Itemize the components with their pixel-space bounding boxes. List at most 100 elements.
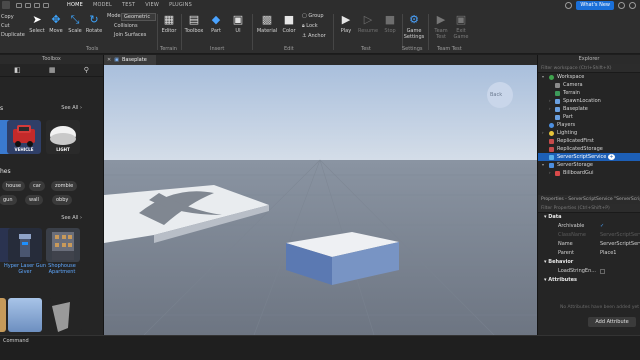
tree-item-replicatedfirst[interactable]: ReplicatedFirst bbox=[538, 137, 640, 145]
undo-icon[interactable] bbox=[34, 2, 40, 8]
property-loadstringenabled[interactable]: LoadStringEn... bbox=[538, 267, 640, 276]
redo-icon[interactable] bbox=[43, 2, 49, 8]
tree-item-baseplate[interactable]: › Baseplate bbox=[538, 105, 640, 113]
user-icon[interactable] bbox=[618, 2, 625, 9]
light-card[interactable]: LIGHT bbox=[46, 120, 80, 154]
tree-item-workspace[interactable]: ▾ Workspace bbox=[538, 73, 640, 81]
tree-item-replicatedstorage[interactable]: ReplicatedStorage bbox=[538, 145, 640, 153]
add-attribute-button[interactable]: Add Attribute bbox=[588, 317, 636, 327]
select-tool[interactable]: ➤ Select bbox=[28, 13, 46, 34]
team-test-button[interactable]: ▶ Team Test bbox=[432, 13, 450, 40]
properties-filter-input[interactable]: Filter Properties (Ctrl+Shift+P) bbox=[538, 204, 640, 213]
tree-item-serverscriptservice[interactable]: ServerScriptService + bbox=[538, 153, 640, 161]
game-settings-button[interactable]: ⚙ Game Settings bbox=[404, 13, 425, 40]
exit-game-button[interactable]: ▣ Exit Game bbox=[452, 13, 470, 40]
archivable-checkbox[interactable]: ✓ bbox=[600, 222, 604, 231]
chevron-right-icon[interactable]: › bbox=[549, 169, 551, 177]
rotate-tool[interactable]: ↻ Rotate bbox=[85, 13, 103, 34]
tree-item-lighting[interactable]: › Lighting bbox=[538, 129, 640, 137]
loadstring-checkbox[interactable] bbox=[600, 269, 605, 274]
close-icon[interactable]: ✕ bbox=[107, 57, 111, 63]
chevron-right-icon[interactable]: › bbox=[549, 105, 551, 113]
asset-card[interactable] bbox=[48, 298, 82, 332]
tree-item-serverstorage[interactable]: ▾ ServerStorage bbox=[538, 161, 640, 169]
anchor-button[interactable]: ⚓︎ Anchor bbox=[302, 33, 326, 40]
shophouse-card[interactable] bbox=[46, 228, 80, 262]
file-icon[interactable] bbox=[16, 2, 22, 8]
material-button[interactable]: ▩ Material bbox=[257, 13, 277, 34]
chevron-down-icon[interactable]: ▾ bbox=[542, 73, 544, 81]
save-icon[interactable] bbox=[25, 2, 31, 8]
see-all-link[interactable]: See All › bbox=[61, 215, 82, 221]
3d-viewport[interactable]: Back bbox=[104, 65, 537, 335]
section-data[interactable]: ▾ Data bbox=[538, 213, 640, 222]
collisions-toggle[interactable]: Collisions bbox=[114, 23, 138, 30]
section-header: s See All › bbox=[0, 105, 82, 112]
duplicate-button[interactable]: Duplicate bbox=[1, 32, 25, 39]
asset-card[interactable] bbox=[0, 298, 6, 332]
move-tool[interactable]: ✥ Move bbox=[47, 13, 65, 34]
tree-item-camera[interactable]: Camera bbox=[538, 81, 640, 89]
part-cube-icon: ◆ bbox=[211, 13, 221, 26]
tree-item-players[interactable]: Players bbox=[538, 121, 640, 129]
vehicle-card[interactable]: VEHICLE bbox=[7, 120, 41, 154]
tab-model[interactable]: MODEL bbox=[88, 0, 117, 10]
toolbox-title: Toolbox bbox=[0, 55, 103, 64]
terrain-editor-button[interactable]: ▦ Editor bbox=[160, 13, 178, 34]
color-button[interactable]: ■ Color bbox=[280, 13, 298, 34]
stop-button[interactable]: ■ Stop bbox=[381, 13, 399, 34]
property-name[interactable]: Name ServerScriptService bbox=[538, 240, 640, 249]
help-icon[interactable] bbox=[629, 2, 636, 9]
lock-button[interactable]: 🔒︎ Lock bbox=[302, 23, 318, 30]
command-bar[interactable]: Command bbox=[0, 336, 640, 346]
copy-button[interactable]: Copy bbox=[1, 14, 14, 21]
cube-icon[interactable]: ◧ bbox=[14, 66, 21, 74]
see-all-link[interactable]: See All › bbox=[61, 105, 82, 111]
asset-title[interactable]: Shophouse Apartment bbox=[42, 263, 82, 275]
chip-zombie[interactable]: zombie bbox=[51, 181, 78, 191]
share-icon[interactable] bbox=[565, 2, 573, 9]
ui-button[interactable]: ▣ UI bbox=[229, 13, 247, 34]
property-archivable[interactable]: Archivable ✓ bbox=[538, 222, 640, 231]
toolbox-button[interactable]: ▤ Toolbox bbox=[185, 13, 204, 34]
property-parent[interactable]: Parent Place1 bbox=[538, 249, 640, 258]
chip-car[interactable]: car bbox=[29, 181, 45, 191]
chip-obby[interactable]: obby bbox=[52, 195, 73, 205]
tree-item-part[interactable]: Part bbox=[538, 113, 640, 121]
pin-icon[interactable]: ⚲ bbox=[84, 66, 89, 74]
tab-plugins[interactable]: PLUGINS bbox=[164, 0, 197, 10]
scene bbox=[104, 65, 537, 335]
tree-item-billboardgui[interactable]: › BillboardGui bbox=[538, 169, 640, 177]
chip-house[interactable]: house bbox=[2, 181, 26, 191]
play-button[interactable]: ▶ Play bbox=[337, 13, 355, 34]
chip-gun[interactable]: gun bbox=[0, 195, 17, 205]
cut-button[interactable]: Cut bbox=[1, 23, 10, 30]
group-button[interactable]: ▢ Group bbox=[302, 13, 324, 20]
chip-wall[interactable]: wall bbox=[25, 195, 43, 205]
asset-title[interactable]: Hyper Laser Gun Giver bbox=[4, 263, 46, 275]
section-attributes[interactable]: ▾ Attributes bbox=[538, 276, 640, 285]
whats-new-button[interactable]: What's New bbox=[576, 1, 614, 10]
chevron-right-icon[interactable]: › bbox=[549, 97, 551, 105]
section-behavior[interactable]: ▾ Behavior bbox=[538, 258, 640, 267]
join-surfaces-toggle[interactable]: Join Surfaces bbox=[114, 32, 146, 39]
tab-home[interactable]: HOME bbox=[62, 0, 88, 10]
part-button[interactable]: ◆ Part bbox=[207, 13, 225, 34]
laser-gun-giver-card[interactable] bbox=[8, 228, 42, 262]
tree-item-terrain[interactable]: Terrain bbox=[538, 89, 640, 97]
scale-tool[interactable]: ⤡ Scale bbox=[66, 13, 84, 34]
resume-button[interactable]: ▷ Resume bbox=[358, 13, 378, 34]
tree-item-spawnlocation[interactable]: › SpawnLocation bbox=[538, 97, 640, 105]
explorer-filter-input[interactable]: Filter workspace (Ctrl+Shift+X) bbox=[538, 64, 640, 73]
tab-baseplate[interactable]: ✕ ▣ Baseplate bbox=[104, 55, 156, 65]
asset-card[interactable] bbox=[8, 298, 42, 332]
add-object-icon[interactable]: + bbox=[608, 154, 615, 160]
tab-view[interactable]: VIEW bbox=[140, 0, 164, 10]
divider bbox=[157, 14, 158, 50]
tab-test[interactable]: TEST bbox=[117, 0, 140, 10]
grid-icon[interactable]: ▦ bbox=[49, 66, 56, 74]
chevron-right-icon[interactable]: › bbox=[542, 129, 544, 137]
chevron-down-icon[interactable]: ▾ bbox=[542, 161, 544, 169]
mode-select[interactable]: Geometric bbox=[121, 13, 156, 21]
studio-logo-icon[interactable] bbox=[2, 1, 10, 9]
